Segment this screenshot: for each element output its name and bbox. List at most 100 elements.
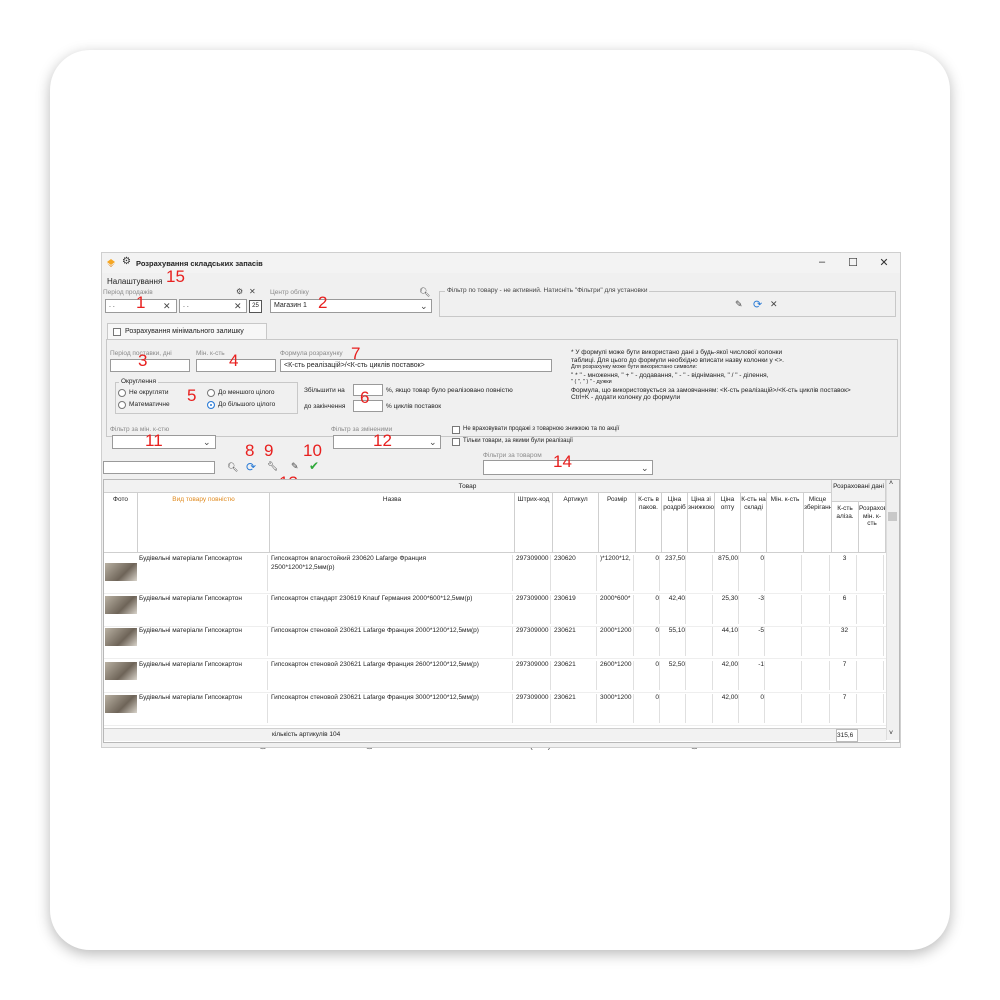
header-col-name[interactable]: Назва [270, 493, 515, 553]
tab-min-balance[interactable]: Розрахування мінімального залишку [107, 323, 267, 340]
radio-floor[interactable] [207, 389, 215, 397]
header-col-photo[interactable]: Фото [104, 493, 138, 553]
clear-from-icon[interactable]: ✕ [163, 301, 171, 312]
chevron-down-icon: ⌄ [429, 437, 437, 447]
no-discount-checkbox[interactable] [452, 426, 460, 434]
search-icon[interactable]: 🔍︎ [227, 462, 238, 473]
maximize-button[interactable]: ☐ [846, 256, 860, 269]
help-line-5: " ( ", " ) " - дужки [571, 379, 612, 385]
clear-icon[interactable]: ✕ [249, 287, 256, 296]
scrollbar-thumb[interactable] [888, 512, 897, 521]
cell-name: Гипсокартон стандарт 230619 Knauf Герман… [271, 595, 513, 624]
search-icon[interactable]: 🔍︎ [419, 287, 430, 298]
product-photo [105, 662, 137, 680]
formula-label: Формула розрахунку [280, 350, 343, 357]
wrench-icon[interactable]: 🔧︎ [267, 461, 278, 472]
table-row[interactable]: Будівельні матеріали Гипсокартон Гипсокар… [104, 593, 886, 627]
header-col-pack[interactable]: К-сть в паков. [636, 493, 662, 553]
annotation-8: 8 [245, 441, 255, 460]
annotation-3: 3 [138, 351, 148, 370]
clear-filter-icon[interactable]: ✕ [770, 299, 778, 310]
header-col-price-discount[interactable]: Ціна зі знижкою [688, 493, 715, 553]
grid-footer: кількість артикулів 104 315,6 [104, 728, 886, 742]
annotation-2: 2 [318, 293, 328, 312]
header-col-price-retail[interactable]: Ціна роздріб [662, 493, 688, 553]
header-col-place[interactable]: Місце зберігання [804, 493, 832, 553]
radio-no-round[interactable] [118, 389, 126, 397]
settings-icon[interactable]: ⚙ [236, 287, 243, 296]
chevron-down-icon: ⌄ [420, 301, 428, 311]
cell-pack: 0 [637, 555, 660, 591]
header-col-size[interactable]: Розмір [599, 493, 636, 553]
header-group-goods: Товар [104, 480, 832, 493]
cell-pack: 0 [637, 627, 660, 656]
cell-price: 42,40 [663, 595, 686, 624]
cell-art: 230621 [554, 694, 597, 723]
minimize-button[interactable]: – [815, 256, 829, 268]
formula-input[interactable]: <К-сть реалізацій>/<К-сть циклів поставо… [280, 359, 552, 372]
gear-icon[interactable]: ⚙ [122, 256, 131, 267]
close-button[interactable]: ✕ [877, 256, 891, 269]
cell-min [768, 627, 802, 656]
tab-checkbox[interactable] [113, 328, 121, 336]
clear-to-icon[interactable]: ✕ [234, 301, 242, 312]
cell-art: 230620 [554, 555, 597, 591]
help-line-6: Формула, що використовується за замовчан… [571, 386, 851, 394]
pencil-icon[interactable]: ✎ [735, 299, 743, 310]
cell-opt: 875,00 [716, 555, 739, 591]
rounding-group [115, 382, 298, 414]
refresh-icon[interactable]: ⟳ [246, 460, 256, 474]
delivery-period-input[interactable] [110, 359, 190, 372]
only-sold-label: Тільки товари, за якими були реалізації [463, 438, 573, 444]
increase-text-2: % циклів поставок [386, 403, 442, 410]
cell-kind: Будівельні матеріали Гипсокартон [139, 555, 268, 591]
scroll-down-icon[interactable]: ˅ [889, 730, 893, 737]
checkmark-icon[interactable]: ✔ [309, 459, 319, 473]
cell-disc [689, 555, 713, 591]
cell-disc [689, 627, 713, 656]
cell-size: 3000*1200 [600, 694, 634, 723]
cell-calc [860, 694, 884, 723]
radio-math[interactable] [118, 401, 126, 409]
filter-min-select[interactable] [112, 435, 216, 449]
pencil-icon[interactable]: ✎ [291, 461, 299, 472]
cell-art: 230621 [554, 627, 597, 656]
vertical-scrollbar[interactable]: ˄ ˅ [886, 480, 899, 740]
annotation-1: 1 [136, 293, 146, 312]
center-select[interactable]: Магазин 1 [270, 299, 432, 313]
table-row[interactable]: Будівельні матеріали Гипсокартон Гипсокар… [104, 659, 886, 693]
scroll-up-icon[interactable]: ˄ [889, 480, 893, 487]
cell-pack: 0 [637, 694, 660, 723]
cell-disc [689, 595, 713, 624]
cell-sales: 6 [833, 595, 857, 624]
header-col-barcode[interactable]: Штрих-код [515, 493, 553, 553]
cell-calc [860, 627, 884, 656]
center-label: Центр обліку [270, 289, 309, 296]
table-row[interactable]: Будівельні матеріали Гипсокартон Гипсокар… [104, 692, 886, 726]
radio-ceil[interactable] [207, 401, 215, 409]
tab-label: Розрахування мінімального залишку [125, 328, 244, 335]
cell-name: Гипсокартон стеновой 230621 Lafarge Фран… [271, 694, 513, 723]
no-discount-label: Не враховувати продажі з товарною знижко… [463, 426, 620, 432]
header-col-sales[interactable]: К-сть аліза. [832, 502, 859, 553]
cell-disc [689, 694, 713, 723]
header-col-calc-min[interactable]: Розрахов мін. к-сть [859, 502, 886, 553]
calendar-icon[interactable]: 25 [249, 300, 262, 313]
cell-size: 2000*600* [600, 595, 634, 624]
refresh-icon[interactable]: ⟳ [753, 298, 762, 311]
header-col-kind[interactable]: Вид товару повністю [138, 493, 270, 553]
header-col-price-opt[interactable]: Ціна опту [715, 493, 741, 553]
help-line-4: " * " - множення, " + " - додавання, " -… [571, 371, 769, 379]
filter-goods-label: Фільтри за товаром [483, 452, 542, 459]
data-grid: Товар Розраховані дані ˄ ˅ Фото Вид товар… [103, 479, 900, 743]
table-row[interactable]: Будівельні матеріали Гипсокартон Гипсокар… [104, 553, 886, 594]
menu-settings[interactable]: Налаштування [107, 277, 162, 286]
header-col-stock[interactable]: К-сть на складі [741, 493, 767, 553]
header-col-min[interactable]: Мін. к-сть [767, 493, 804, 553]
help-line-2: таблиці. Для цього до формули необхідно … [571, 356, 784, 364]
header-col-article[interactable]: Артикул [553, 493, 599, 553]
only-sold-checkbox[interactable] [452, 438, 460, 446]
grid-search-input[interactable] [103, 461, 215, 474]
annotation-14: 14 [553, 452, 572, 471]
table-row[interactable]: Будівельні матеріали Гипсокартон Гипсокар… [104, 625, 886, 659]
